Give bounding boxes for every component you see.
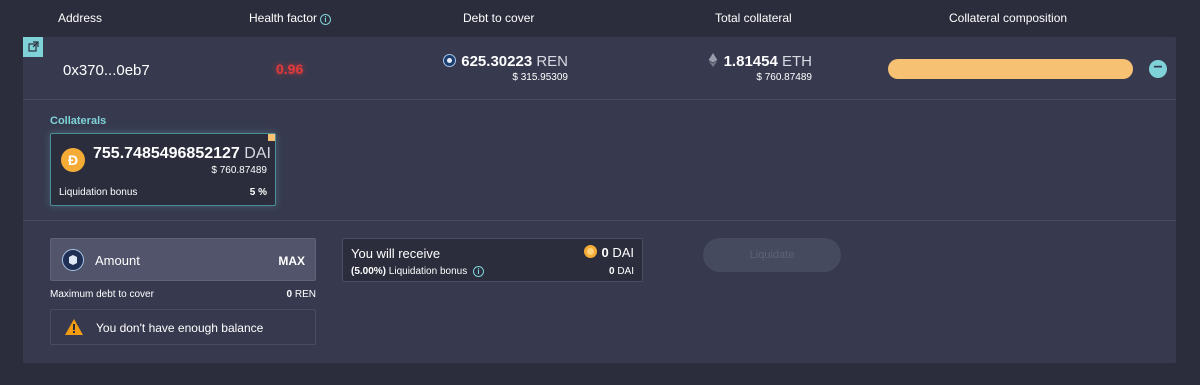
- receive-bonus-value: 0 DAI: [609, 266, 634, 277]
- collateral-unit: ETH: [782, 53, 812, 70]
- ren-coin-icon: [62, 249, 84, 271]
- receive-bonus: (5.00%) Liquidation bonus i: [351, 266, 484, 277]
- header-total-collateral: Total collateral: [715, 11, 792, 25]
- max-debt-value: 0 REN: [263, 289, 316, 300]
- max-debt-label: Maximum debt to cover: [50, 289, 154, 300]
- max-debt-amount: 0: [286, 289, 293, 300]
- info-icon[interactable]: i: [472, 266, 484, 277]
- collateral-item-dai[interactable]: Đ 755.7485496852127 DAI $ 760.87489 Liqu…: [50, 133, 276, 206]
- total-collateral-cell: 1.81454 ETH $ 760.87489: [708, 53, 812, 83]
- collateral-usd: $ 760.87489: [756, 72, 812, 83]
- collateral-item-unit: DAI: [244, 145, 271, 162]
- collateral-item-bonus-value: 5 %: [249, 187, 267, 198]
- receive-label: You will receive: [351, 246, 441, 261]
- selected-corner-marker: [268, 134, 275, 141]
- header-collateral-composition: Collateral composition: [949, 11, 1068, 25]
- info-icon[interactable]: i: [320, 14, 332, 25]
- receive-amount: 0: [601, 245, 609, 260]
- debt-unit: REN: [536, 53, 568, 70]
- collateral-item-amount: 755.7485496852127: [93, 145, 240, 162]
- collapse-minus-icon[interactable]: −: [1149, 60, 1167, 78]
- max-button[interactable]: MAX: [278, 254, 305, 268]
- collateral-amount: 1.81454: [723, 53, 778, 70]
- external-link-icon[interactable]: [23, 37, 43, 57]
- receive-bonus-percent: (5.00%): [351, 266, 387, 277]
- warning-text: You don't have enough balance: [96, 321, 264, 335]
- header-health-factor-label: Health factor: [249, 11, 318, 25]
- debt-to-cover-cell: 625.30223 REN $ 315.95309: [443, 53, 568, 83]
- debt-amount: 625.30223: [461, 53, 533, 70]
- collateral-item-bonus-label: Liquidation bonus: [59, 187, 138, 198]
- amount-label: Amount: [95, 253, 140, 268]
- receive-bonus-amount: 0: [608, 266, 615, 277]
- borrower-address[interactable]: 0x370...0eb7: [63, 62, 150, 79]
- receive-unit: DAI: [612, 245, 634, 260]
- warning-box: You don't have enough balance: [50, 309, 316, 345]
- collaterals-title: Collaterals: [50, 115, 107, 127]
- dai-coin-icon: Đ: [61, 148, 85, 172]
- amount-input[interactable]: Amount MAX: [50, 238, 316, 281]
- liquidation-card: 0x370...0eb7 0.96 625.30223 REN $ 315.95…: [23, 37, 1176, 363]
- receive-bonus-label: Liquidation bonus: [388, 266, 468, 277]
- receive-value: 0 DAI: [584, 245, 634, 260]
- dai-coin-icon: [584, 245, 598, 258]
- eth-icon: [708, 53, 717, 67]
- health-factor-value: 0.96: [276, 61, 304, 77]
- divider: [23, 220, 1176, 221]
- header-health-factor: Health factor i: [249, 11, 332, 25]
- liquidate-button[interactable]: Liquidate: [703, 238, 841, 272]
- collateral-item-usd: $ 760.87489: [211, 165, 267, 176]
- ren-coin-icon: [443, 54, 457, 67]
- divider: [23, 99, 1176, 100]
- receive-summary: You will receive 0 DAI (5.00%) Liquidati…: [342, 238, 643, 282]
- receive-bonus-unit: DAI: [617, 266, 634, 277]
- header-address: Address: [58, 11, 103, 25]
- warning-icon: [65, 319, 83, 335]
- header-debt-to-cover: Debt to cover: [463, 11, 535, 25]
- max-debt-unit: REN: [294, 289, 316, 300]
- table-header: Address Health factor i Debt to cover Tot…: [0, 0, 1200, 36]
- debt-usd: $ 315.95309: [512, 72, 568, 83]
- collateral-composition-bar: [888, 59, 1133, 79]
